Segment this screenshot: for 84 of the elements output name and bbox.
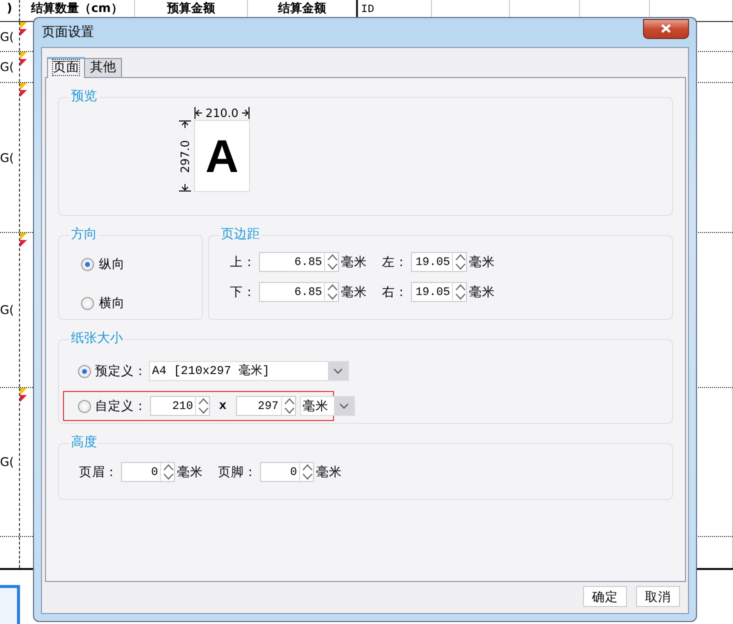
- number-field[interactable]: 210: [150, 396, 195, 416]
- group-title: 页边距: [220, 228, 261, 242]
- cell-text: G(: [0, 302, 14, 319]
- radio-label: 纵向: [99, 255, 125, 273]
- up-chevron-icon[interactable]: [453, 283, 468, 292]
- cell-text: G(: [0, 454, 14, 471]
- tab[interactable]: 页面: [47, 57, 85, 78]
- close-button[interactable]: [643, 18, 689, 38]
- dimension-label: 297.0: [179, 140, 191, 172]
- tab[interactable]: 其他: [84, 58, 122, 77]
- number-field[interactable]: 19.05: [411, 252, 452, 272]
- column-header: 结算金额: [278, 1, 326, 15]
- dialog-button[interactable]: 取消: [636, 586, 680, 607]
- left-arrow-icon: [194, 107, 203, 119]
- down-arrow-icon: [179, 183, 191, 192]
- field-label: 左：: [382, 252, 408, 271]
- field-label: 页眉：: [79, 462, 118, 481]
- window-title: 页面设置: [41, 24, 94, 42]
- radio-label: 预定义：: [95, 362, 143, 380]
- dropdown[interactable]: 毫米: [300, 396, 355, 416]
- down-chevron-icon[interactable]: [453, 292, 468, 301]
- up-chevron-icon[interactable]: [196, 397, 211, 406]
- radio-label: 自定义：: [95, 396, 143, 415]
- field-label: 页脚：: [218, 462, 257, 481]
- comment-marker-icon: [20, 52, 27, 66]
- comment-marker-icon: [20, 22, 27, 36]
- number-field[interactable]: 0: [121, 462, 160, 482]
- down-chevron-icon[interactable]: [325, 292, 340, 301]
- radio-label: 横向: [99, 294, 125, 312]
- up-chevron-icon[interactable]: [282, 397, 297, 406]
- group-title: 方向: [70, 228, 98, 242]
- radio-button[interactable]: [81, 296, 94, 310]
- preview-letter: A: [205, 133, 239, 179]
- up-chevron-icon[interactable]: [300, 463, 315, 472]
- column-header: ): [6, 1, 12, 15]
- group-title: 预览: [70, 90, 98, 104]
- number-field[interactable]: 0: [260, 462, 299, 482]
- field-label: 上：: [230, 252, 256, 271]
- number-field[interactable]: 6.85: [259, 252, 324, 272]
- down-chevron-icon[interactable]: [282, 406, 297, 415]
- cell-text: G(: [0, 28, 14, 46]
- down-chevron-icon[interactable]: [325, 262, 340, 271]
- dialog-button[interactable]: 确定: [583, 586, 627, 607]
- radio-button[interactable]: [78, 400, 91, 412]
- down-chevron-icon[interactable]: [300, 472, 315, 481]
- right-arrow-icon: [241, 107, 250, 119]
- up-chevron-icon[interactable]: [453, 253, 468, 262]
- cell-text: G(: [0, 59, 14, 76]
- comment-marker-icon: [20, 83, 27, 97]
- group-title: 高度: [70, 436, 98, 450]
- close-icon: [661, 24, 671, 33]
- caret-icon: [333, 368, 343, 374]
- column-header: ID: [361, 3, 374, 18]
- cell-text: G(: [0, 150, 14, 166]
- field-label: 右：: [382, 282, 408, 301]
- up-chevron-icon[interactable]: [325, 253, 340, 262]
- radio-button[interactable]: [78, 364, 91, 378]
- dropdown[interactable]: A4 [210x297 毫米]: [149, 361, 349, 381]
- up-arrow-icon: [179, 120, 191, 129]
- column-header: 结算数量（cm）: [31, 1, 123, 15]
- column-header: 预算金额: [167, 1, 215, 15]
- separator-label: x: [219, 398, 227, 415]
- unit-label: 毫米: [341, 252, 367, 271]
- unit-label: 毫米: [341, 282, 367, 301]
- comment-marker-icon: [20, 233, 27, 247]
- up-chevron-icon[interactable]: [325, 283, 340, 292]
- unit-label: 毫米: [469, 282, 495, 301]
- unit-label: 毫米: [469, 252, 495, 271]
- up-chevron-icon[interactable]: [161, 463, 176, 472]
- number-field[interactable]: 19.05: [411, 282, 452, 302]
- group-title: 纸张大小: [70, 332, 124, 346]
- field-label: 下：: [230, 282, 256, 301]
- unit-label: 毫米: [177, 462, 203, 481]
- number-field[interactable]: 297: [236, 396, 281, 416]
- selected-cell[interactable]: [0, 585, 20, 624]
- unit-label: 毫米: [316, 462, 342, 481]
- down-chevron-icon[interactable]: [453, 262, 468, 271]
- comment-marker-icon: [20, 388, 27, 402]
- caret-icon: [338, 403, 349, 409]
- down-chevron-icon[interactable]: [196, 406, 211, 415]
- dimension-label: 210.0: [206, 107, 238, 119]
- radio-button[interactable]: [81, 258, 94, 271]
- down-chevron-icon[interactable]: [161, 472, 176, 481]
- number-field[interactable]: 6.85: [259, 282, 324, 302]
